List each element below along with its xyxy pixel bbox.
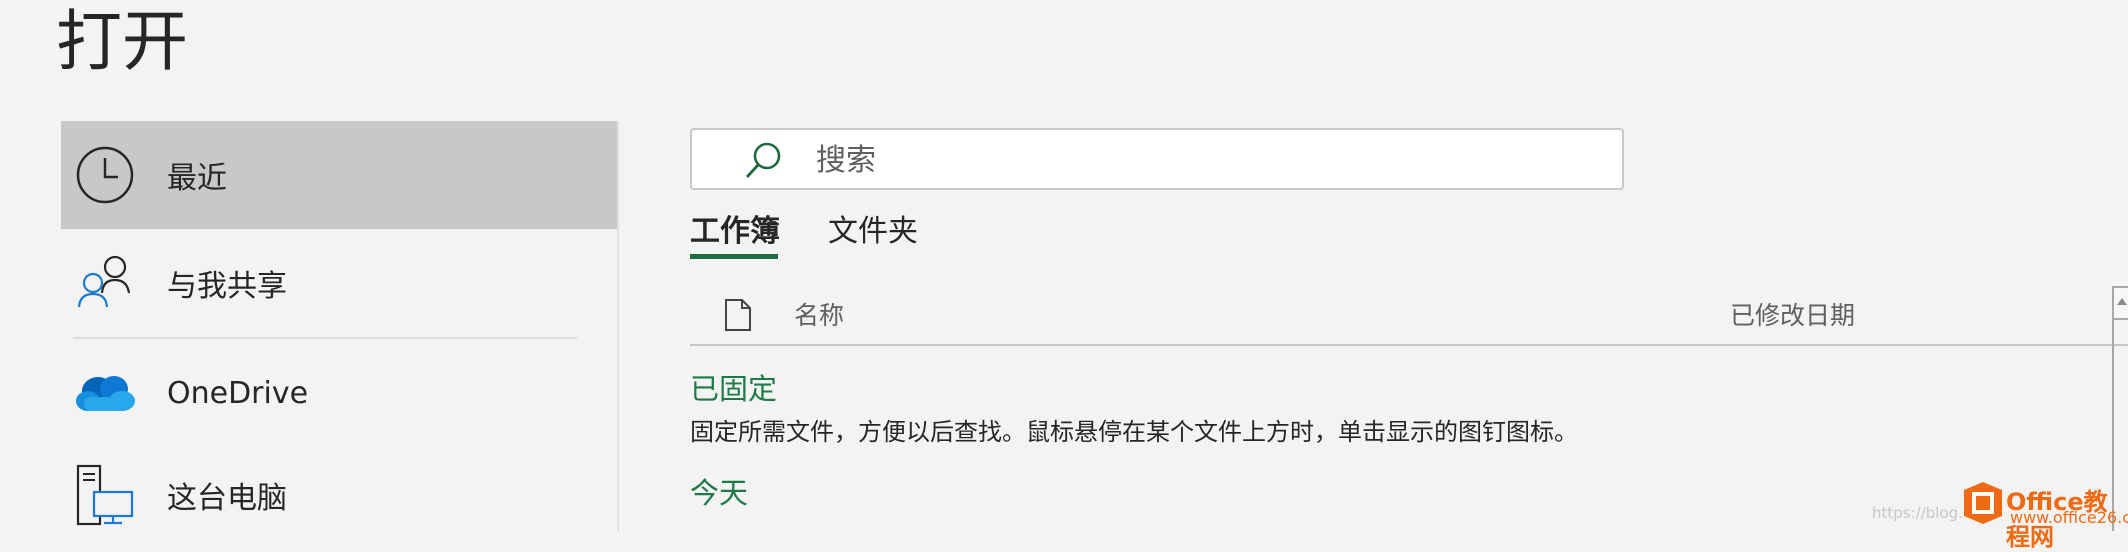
this-pc-icon [73, 463, 137, 527]
file-list-header: 名称 已修改日期 [690, 290, 2128, 346]
sidebar-item-shared[interactable]: 与我共享 [61, 229, 617, 337]
scroll-up-button[interactable] [2112, 286, 2128, 320]
sidebar-item-recent[interactable]: 最近 [61, 121, 617, 229]
sidebar-item-label: 最近 [167, 161, 227, 196]
column-header-modified-date[interactable]: 已修改日期 [1730, 296, 1855, 332]
office-logo-icon [1960, 480, 2006, 526]
page-title: 打开 [56, 3, 188, 80]
pane-divider [617, 121, 619, 531]
document-icon [724, 298, 752, 332]
sidebar-item-onedrive[interactable]: OneDrive [61, 339, 617, 447]
section-title-pinned: 已固定 [690, 372, 778, 406]
clock-icon [73, 143, 137, 207]
search-box[interactable] [690, 128, 1624, 190]
tab-workbooks[interactable]: 工作簿 [690, 206, 780, 250]
people-icon [73, 251, 137, 315]
sidebar-item-label: OneDrive [167, 375, 309, 411]
sidebar-nav: 最近 与我共享 OneDrive 这台电脑 [61, 121, 617, 543]
onedrive-cloud-icon [73, 361, 137, 425]
sidebar-item-label: 与我共享 [167, 269, 287, 304]
sidebar-item-label: 这台电脑 [167, 481, 287, 516]
active-tab-indicator [690, 254, 778, 259]
watermark-site: www.office26.com [2010, 508, 2128, 527]
sidebar-item-this-pc[interactable]: 这台电脑 [61, 447, 617, 543]
search-icon [744, 140, 784, 180]
column-header-name[interactable]: 名称 [794, 296, 844, 332]
section-title-today: 今天 [690, 476, 749, 510]
tab-folders[interactable]: 文件夹 [828, 206, 918, 250]
search-input[interactable] [814, 130, 1598, 190]
pinned-description: 固定所需文件，方便以后查找。鼠标悬停在某个文件上方时，单击显示的图钉图标。 [690, 418, 1578, 446]
watermark-url: https://blog. [1872, 504, 1963, 522]
